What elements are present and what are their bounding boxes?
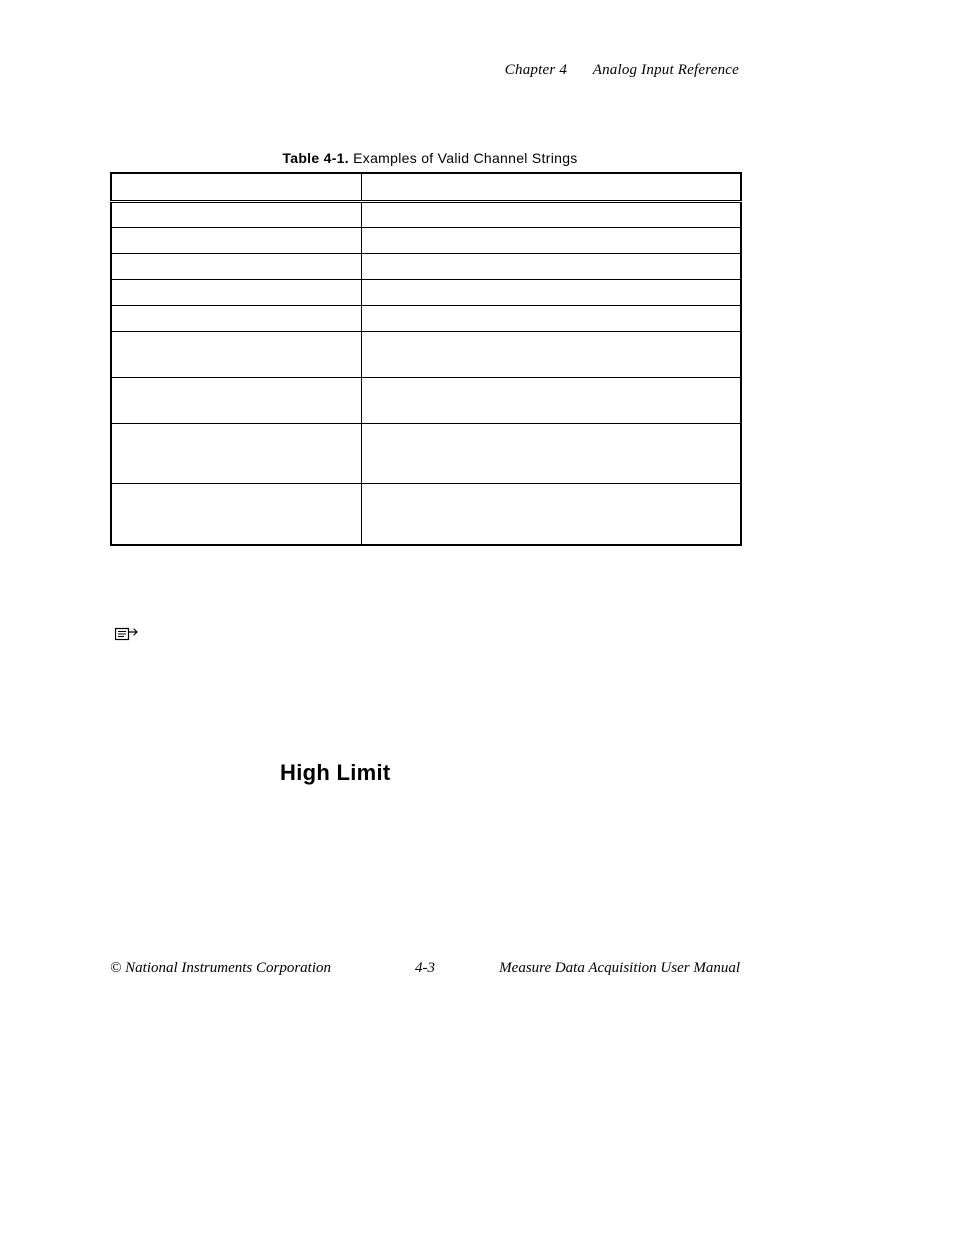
footer-manual-title: Measure Data Acquisition User Manual xyxy=(499,960,740,977)
header-title: Analog Input Reference xyxy=(593,62,739,78)
table-row xyxy=(111,483,741,545)
table-row xyxy=(111,305,741,331)
header-chapter: Chapter 4 xyxy=(505,62,567,78)
table-row xyxy=(111,423,741,483)
table-row xyxy=(111,279,741,305)
table-row xyxy=(111,227,741,253)
channel-strings-table xyxy=(110,172,742,546)
table-row xyxy=(111,253,741,279)
table-row xyxy=(111,331,741,377)
page-header: Chapter 4 Analog Input Reference xyxy=(505,62,739,79)
table-row xyxy=(111,201,741,227)
table-header-row xyxy=(111,173,741,201)
page: Chapter 4 Analog Input Reference Table 4… xyxy=(0,0,954,1235)
table-caption-bold: Table 4-1. xyxy=(282,150,349,166)
table-header-cell xyxy=(111,173,361,201)
note-icon xyxy=(115,626,141,642)
table-row xyxy=(111,377,741,423)
table-header-cell xyxy=(361,173,741,201)
table-caption-rest: Examples of Valid Channel Strings xyxy=(349,150,578,166)
table-caption: Table 4-1. Examples of Valid Channel Str… xyxy=(110,150,750,166)
section-heading-high-limit: High Limit xyxy=(280,760,391,786)
